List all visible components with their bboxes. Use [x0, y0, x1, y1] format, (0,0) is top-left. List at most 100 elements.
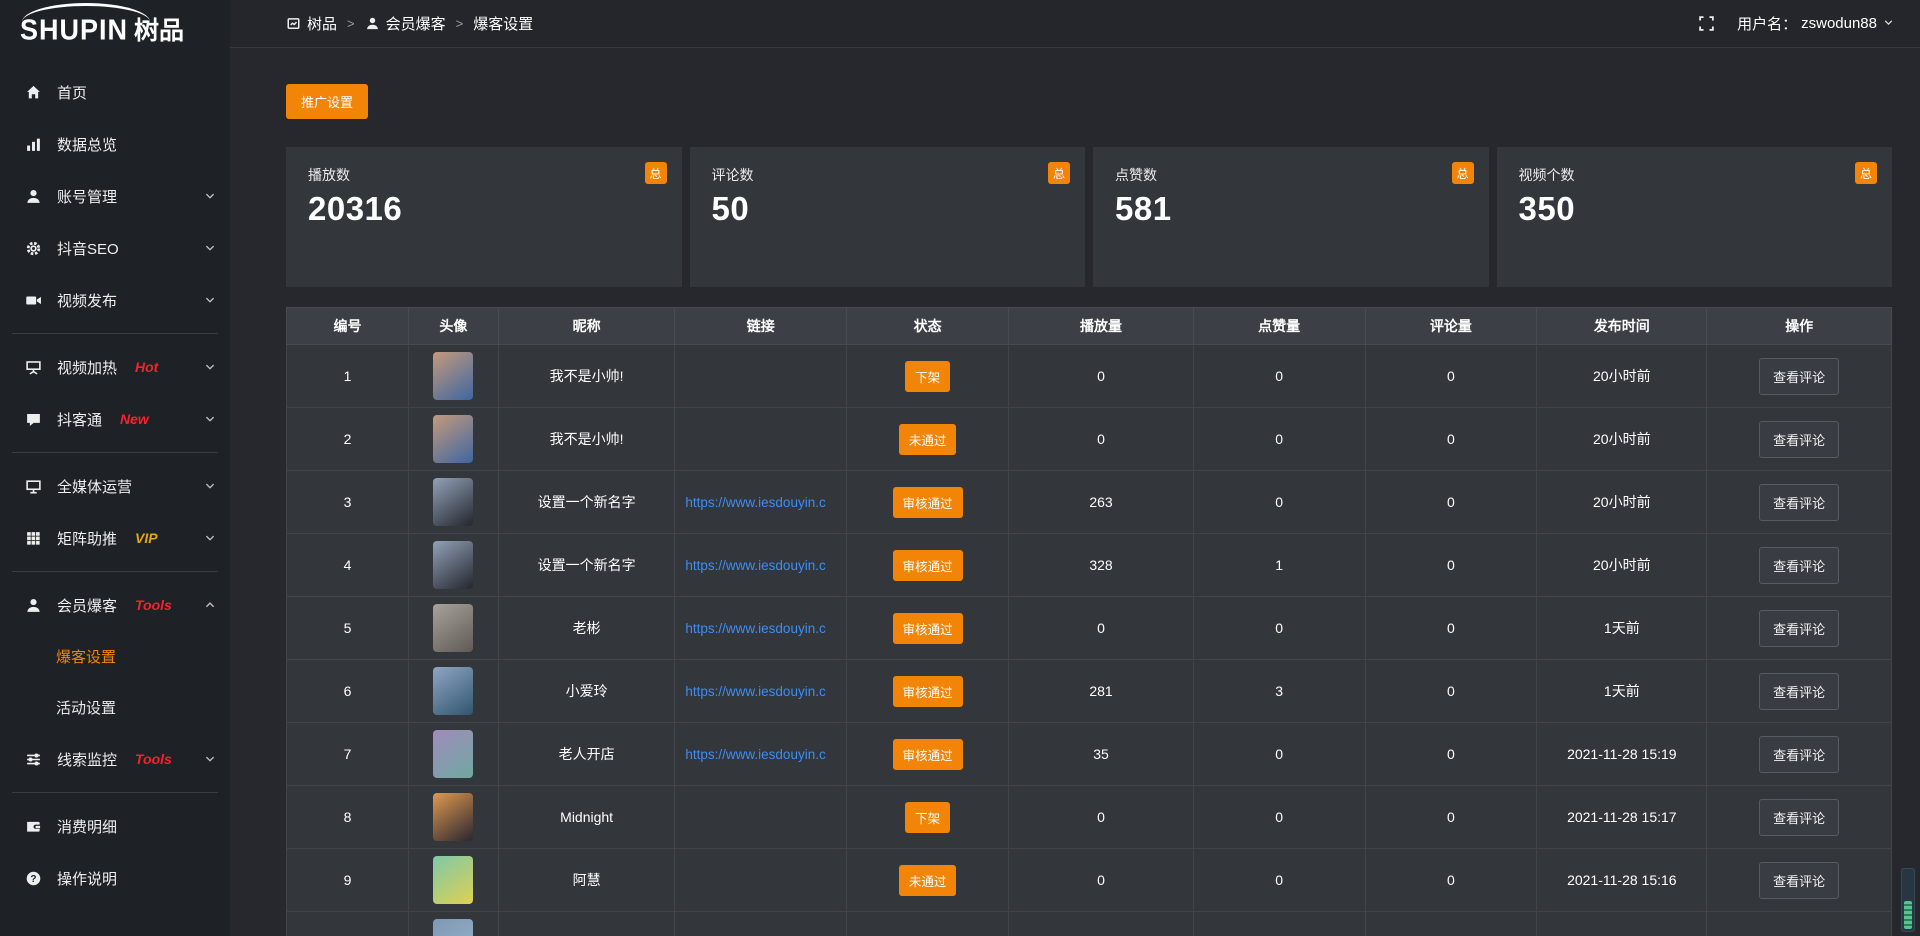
- status-badge[interactable]: 审核通过: [893, 487, 963, 518]
- sidebar-item-member-baoke[interactable]: 会员爆客Tools: [0, 579, 230, 631]
- sidebar-item-label: 首页: [57, 82, 87, 103]
- scrollbar-thumb[interactable]: [1904, 901, 1912, 929]
- comments-cell: 0: [1365, 849, 1537, 912]
- likes-cell: 1: [1193, 534, 1365, 597]
- sidebar-item-media-operation[interactable]: 全媒体运营: [0, 460, 230, 512]
- column-header: 状态: [847, 308, 1009, 345]
- plays-cell: 0: [1009, 345, 1194, 408]
- comments-cell: 0: [1365, 597, 1537, 660]
- view-comments-button[interactable]: 查看评论: [1759, 736, 1839, 773]
- video-link[interactable]: https://www.iesdouyin.c: [675, 558, 846, 573]
- sidebar-item-clue-monitor[interactable]: 线索监控Tools: [0, 733, 230, 785]
- chevron-down-icon: [1881, 15, 1894, 32]
- view-comments-button[interactable]: 查看评论: [1759, 358, 1839, 395]
- breadcrumb-item-baoke-settings[interactable]: 爆客设置: [473, 13, 533, 34]
- breadcrumb-label: 爆客设置: [473, 13, 533, 34]
- sidebar-item-video-heat[interactable]: 视频加热Hot: [0, 341, 230, 393]
- fullscreen-icon[interactable]: [1698, 15, 1715, 32]
- status-badge[interactable]: 审核通过: [893, 550, 963, 581]
- table-row: 9阿慧未通过0002021-11-28 15:16查看评论: [287, 849, 1892, 912]
- content: 推广设置 播放数 20316 总 评论数 50 总 点赞数 581 总 视频个数…: [230, 48, 1920, 936]
- view-comments-button[interactable]: 查看评论: [1759, 799, 1839, 836]
- status-badge[interactable]: 下架: [905, 802, 950, 833]
- view-comments-button[interactable]: 查看评论: [1759, 547, 1839, 584]
- breadcrumb-item-member-baoke[interactable]: 会员爆客: [365, 13, 446, 34]
- link-cell: [675, 345, 847, 408]
- table-row: 5老彬https://www.iesdouyin.c审核通过0001天前查看评论: [287, 597, 1892, 660]
- avatar: [433, 415, 473, 463]
- publish-time-cell: 1天前: [1537, 660, 1707, 723]
- app-logo[interactable]: SHUPIN 树品: [0, 0, 230, 58]
- sidebar-item-video-publish[interactable]: 视频发布: [0, 274, 230, 326]
- avatar: [433, 667, 473, 715]
- row-id-cell: 1: [287, 345, 409, 408]
- user-icon: [24, 187, 42, 205]
- sidebar-subitem-baoke-settings[interactable]: 爆客设置: [0, 631, 230, 682]
- view-comments-button[interactable]: 查看评论: [1759, 673, 1839, 710]
- plays-cell: 35: [1009, 723, 1194, 786]
- row-id-cell: 2: [287, 408, 409, 471]
- likes-cell: 3: [1193, 660, 1365, 723]
- column-header: 发布时间: [1537, 308, 1707, 345]
- link-cell: https://www.iesdouyin.c: [675, 660, 847, 723]
- avatar-cell: [408, 660, 498, 723]
- status-badge[interactable]: 未通过: [899, 865, 957, 896]
- action-cell: 查看评论: [1707, 534, 1892, 597]
- user-menu[interactable]: 用户名：zswodun88: [1737, 13, 1894, 34]
- status-cell: 未通过: [847, 408, 1009, 471]
- chat-icon: [24, 410, 42, 428]
- sidebar-item-operation-guide[interactable]: ?操作说明: [0, 852, 230, 904]
- table-row: 6小爱玲https://www.iesdouyin.c审核通过281301天前查…: [287, 660, 1892, 723]
- video-link[interactable]: https://www.iesdouyin.c: [675, 747, 846, 762]
- breadcrumb-item-shupin[interactable]: 树品: [286, 13, 337, 34]
- action-cell: 查看评论: [1707, 849, 1892, 912]
- stat-card-plays: 播放数 20316 总: [286, 147, 682, 287]
- status-badge[interactable]: 审核通过: [893, 676, 963, 707]
- nickname-cell: 设置一个新名字: [498, 534, 675, 597]
- sidebar-subitem-activity-settings[interactable]: 活动设置: [0, 682, 230, 733]
- row-id-cell: 6: [287, 660, 409, 723]
- view-comments-button[interactable]: 查看评论: [1759, 610, 1839, 647]
- comments-cell: 0: [1365, 660, 1537, 723]
- likes-cell: 0: [1193, 849, 1365, 912]
- action-cell: 查看评论: [1707, 345, 1892, 408]
- sidebar-item-consume-detail[interactable]: 消费明细: [0, 800, 230, 852]
- status-badge[interactable]: 下架: [905, 361, 950, 392]
- avatar-cell: [408, 849, 498, 912]
- stat-value: 20316: [308, 190, 660, 228]
- view-comments-button[interactable]: 查看评论: [1759, 421, 1839, 458]
- video-table: 编号头像昵称链接状态播放量点赞量评论量发布时间操作1我不是小帅!下架00020小…: [286, 307, 1892, 936]
- sidebar-item-home[interactable]: 首页: [0, 66, 230, 118]
- sidebar-item-tag: Tools: [135, 751, 172, 767]
- link-cell: [675, 912, 847, 936]
- sidebar-item-douyin-seo[interactable]: 抖音SEO: [0, 222, 230, 274]
- sliders-icon: [24, 750, 42, 768]
- sidebar-item-tag: VIP: [135, 530, 158, 546]
- video-link[interactable]: https://www.iesdouyin.c: [675, 495, 846, 510]
- chevron-down-icon: [204, 532, 216, 544]
- breadcrumb-separator: >: [456, 16, 464, 31]
- sidebar-divider: [12, 792, 218, 793]
- promo-settings-button[interactable]: 推广设置: [286, 84, 368, 119]
- chevron-up-icon: [204, 599, 216, 611]
- view-comments-button[interactable]: 查看评论: [1759, 862, 1839, 899]
- video-link[interactable]: https://www.iesdouyin.c: [675, 684, 846, 699]
- sidebar-item-data-overview[interactable]: 数据总览: [0, 118, 230, 170]
- status-badge[interactable]: 审核通过: [893, 613, 963, 644]
- status-cell: 审核通过: [847, 471, 1009, 534]
- status-badge[interactable]: 未通过: [899, 424, 957, 455]
- video-link[interactable]: https://www.iesdouyin.c: [675, 621, 846, 636]
- stat-label: 点赞数: [1115, 165, 1467, 185]
- view-comments-button[interactable]: 查看评论: [1759, 484, 1839, 521]
- sidebar-item-account-manage[interactable]: 账号管理: [0, 170, 230, 222]
- sidebar-item-matrix-boost[interactable]: 矩阵助推VIP: [0, 512, 230, 564]
- scrollbar[interactable]: [1901, 868, 1915, 932]
- stat-value: 50: [712, 190, 1064, 228]
- sidebar-item-label: 数据总览: [57, 134, 117, 155]
- sidebar-item-douketong[interactable]: 抖客通New: [0, 393, 230, 445]
- total-badge: 总: [645, 162, 667, 184]
- username-prefix: 用户名：: [1737, 13, 1797, 34]
- status-badge[interactable]: 审核通过: [893, 739, 963, 770]
- sidebar-divider: [12, 452, 218, 453]
- chevron-down-icon: [204, 294, 216, 306]
